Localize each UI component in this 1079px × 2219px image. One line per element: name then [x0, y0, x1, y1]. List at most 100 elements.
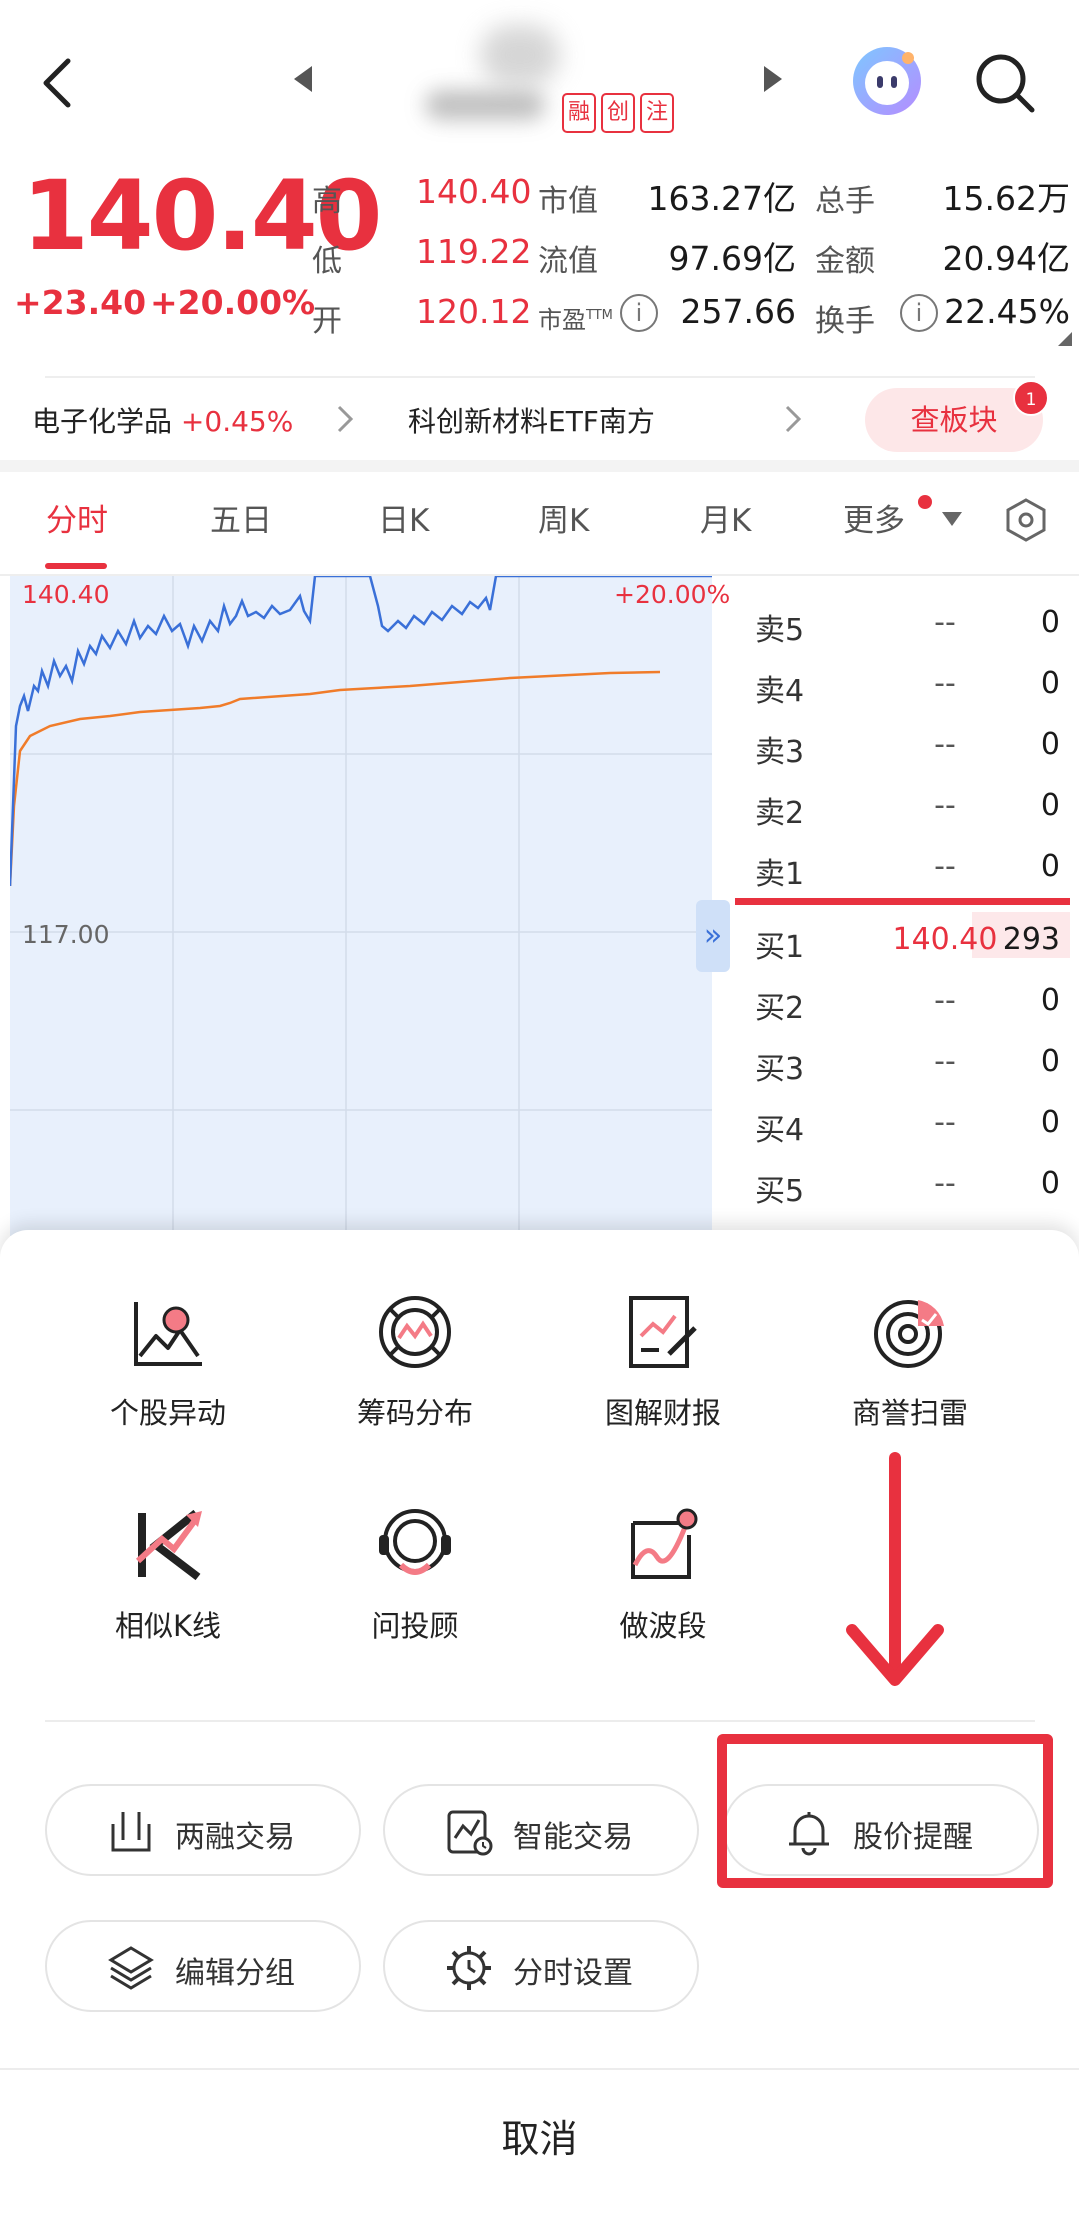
pe-label: 市盈TTM: [538, 306, 613, 334]
amount-value: 20.94亿: [942, 239, 1070, 278]
intraday-settings-button[interactable]: 分时设置: [383, 1920, 699, 2012]
star-market-badge: 创: [601, 93, 635, 133]
high-value: 140.40: [416, 172, 532, 211]
stock-code-redacted: [425, 90, 545, 120]
triangle-left-icon: [294, 66, 312, 92]
tab-weekly-k[interactable]: 周K: [538, 495, 589, 540]
goodwill-scan-icon: [874, 1300, 944, 1368]
smart-trade-button[interactable]: 智能交易: [383, 1784, 699, 1876]
more-notification-dot: [918, 495, 932, 509]
stock-movement-icon: [134, 1302, 202, 1366]
sector-1-change: +0.45%: [180, 405, 294, 438]
margin-badge: 融: [562, 93, 596, 133]
low-label: 低: [312, 244, 342, 279]
ask-row-1: 卖1 -- 0: [755, 849, 1060, 892]
pe-value: 257.66: [680, 292, 796, 331]
clock-gear-icon: [447, 1946, 491, 1990]
tool-ask-advisor[interactable]: 问投顾: [305, 1505, 525, 1645]
stock-name-redacted: [480, 25, 560, 85]
high-label: 高: [312, 184, 342, 219]
prev-stock-button[interactable]: [292, 64, 314, 98]
tab-more[interactable]: 更多: [843, 495, 905, 540]
dropdown-triangle-icon: [942, 512, 962, 526]
sheet-divider: [45, 1720, 1035, 1722]
section-separator: [0, 460, 1079, 472]
open-value: 120.12: [416, 292, 532, 331]
advisor-icon: [379, 1509, 451, 1575]
ask-row-3: 卖3 -- 0: [755, 727, 1060, 770]
tab-monthly-k[interactable]: 月K: [700, 495, 751, 540]
low-value: 119.22: [416, 232, 532, 271]
chart-max-price: 140.40: [22, 580, 110, 609]
open-label: 开: [312, 304, 342, 339]
chart-prev-close: 117.00: [22, 920, 110, 949]
ask-row-2: 卖2 -- 0: [755, 788, 1060, 831]
sector-link-2[interactable]: 科创新材料ETF南方: [408, 400, 655, 440]
chevron-right-icon: [785, 405, 802, 433]
float-cap-label: 流值: [538, 244, 598, 279]
back-arrow-icon: [43, 58, 71, 108]
bid-row-5: 买5 -- 0: [755, 1166, 1060, 1209]
cancel-divider: [0, 2068, 1079, 2070]
tool-chip-distribution[interactable]: 筹码分布: [305, 1292, 525, 1432]
tool-stock-movement[interactable]: 个股异动: [58, 1292, 278, 1432]
tool-similar-kline[interactable]: 相似K线: [58, 1505, 278, 1645]
tab-intraday[interactable]: 分时: [46, 495, 108, 540]
tab-daily-k[interactable]: 日K: [378, 495, 429, 540]
bid-row-2: 买2 -- 0: [755, 983, 1060, 1026]
tab-five-day[interactable]: 五日: [210, 495, 272, 540]
layers-icon: [108, 1946, 154, 1990]
smart-trade-icon: [447, 1810, 493, 1856]
bid-row-1: 买1 140.40 293: [755, 922, 1060, 965]
chart-settings-hexagon-icon[interactable]: [1002, 496, 1050, 544]
tool-swing-trade[interactable]: 做波段: [553, 1505, 773, 1645]
bid-row-3: 买3 -- 0: [755, 1044, 1060, 1087]
ask-row-5: 卖5 -- 0: [755, 605, 1060, 648]
market-cap-label: 市值: [538, 184, 598, 219]
price-change: +23.40: [14, 283, 147, 322]
pe-info-icon[interactable]: i: [620, 294, 658, 332]
amount-label: 金额: [815, 244, 875, 279]
price-line: [8, 574, 712, 887]
ask-row-4: 卖4 -- 0: [755, 666, 1060, 709]
quote-divider: [45, 376, 1035, 378]
registration-badge: 注: [640, 93, 674, 133]
back-button[interactable]: [38, 55, 78, 111]
annotation-highlight-box: [717, 1734, 1053, 1888]
search-icon: [976, 54, 1035, 113]
assistant-avatar-button[interactable]: [850, 44, 924, 122]
volume-label: 总手: [815, 184, 875, 219]
sector-1-name: 电子化学品: [32, 405, 173, 438]
bid-row-4: 买4 -- 0: [755, 1105, 1060, 1148]
intraday-chart[interactable]: [8, 574, 712, 1236]
chevron-right-icon: [337, 405, 354, 433]
turnover-value: 22.45%: [944, 292, 1070, 331]
swing-trade-icon: [631, 1508, 698, 1579]
cancel-button[interactable]: 取消: [0, 2108, 1079, 2163]
active-tab-indicator: [45, 563, 107, 569]
similar-kline-icon: [135, 1509, 202, 1581]
intraday-chart-svg: [8, 574, 712, 1236]
financial-report-icon: [629, 1296, 697, 1368]
limit-up-bar: [735, 898, 1070, 905]
annotation-arrow: [846, 1452, 944, 1686]
triangle-right-icon: [764, 66, 782, 92]
next-stock-button[interactable]: [762, 64, 784, 98]
chart-max-percent: +20.00%: [614, 580, 731, 609]
price-change-percent: +20.00%: [150, 283, 316, 322]
tool-financial-report[interactable]: 图解财报: [553, 1292, 773, 1432]
margin-trade-icon: [111, 1812, 151, 1852]
market-cap-value: 163.27亿: [647, 179, 796, 218]
float-cap-value: 97.69亿: [668, 239, 796, 278]
chip-distribution-icon: [379, 1296, 451, 1368]
margin-trade-button[interactable]: 两融交易: [45, 1784, 361, 1876]
turnover-info-icon[interactable]: i: [900, 294, 938, 332]
expand-corner-icon[interactable]: [1058, 332, 1072, 346]
avg-price-line: [8, 670, 661, 887]
sector-notification-badge: 1: [1013, 380, 1049, 416]
robot-avatar-icon: [853, 47, 921, 115]
tool-goodwill-scan[interactable]: 商誉扫雷: [800, 1292, 1020, 1432]
edit-group-button[interactable]: 编辑分组: [45, 1920, 361, 2012]
search-button[interactable]: [974, 52, 1036, 118]
sector-link-1[interactable]: 电子化学品 +0.45%: [32, 400, 293, 440]
